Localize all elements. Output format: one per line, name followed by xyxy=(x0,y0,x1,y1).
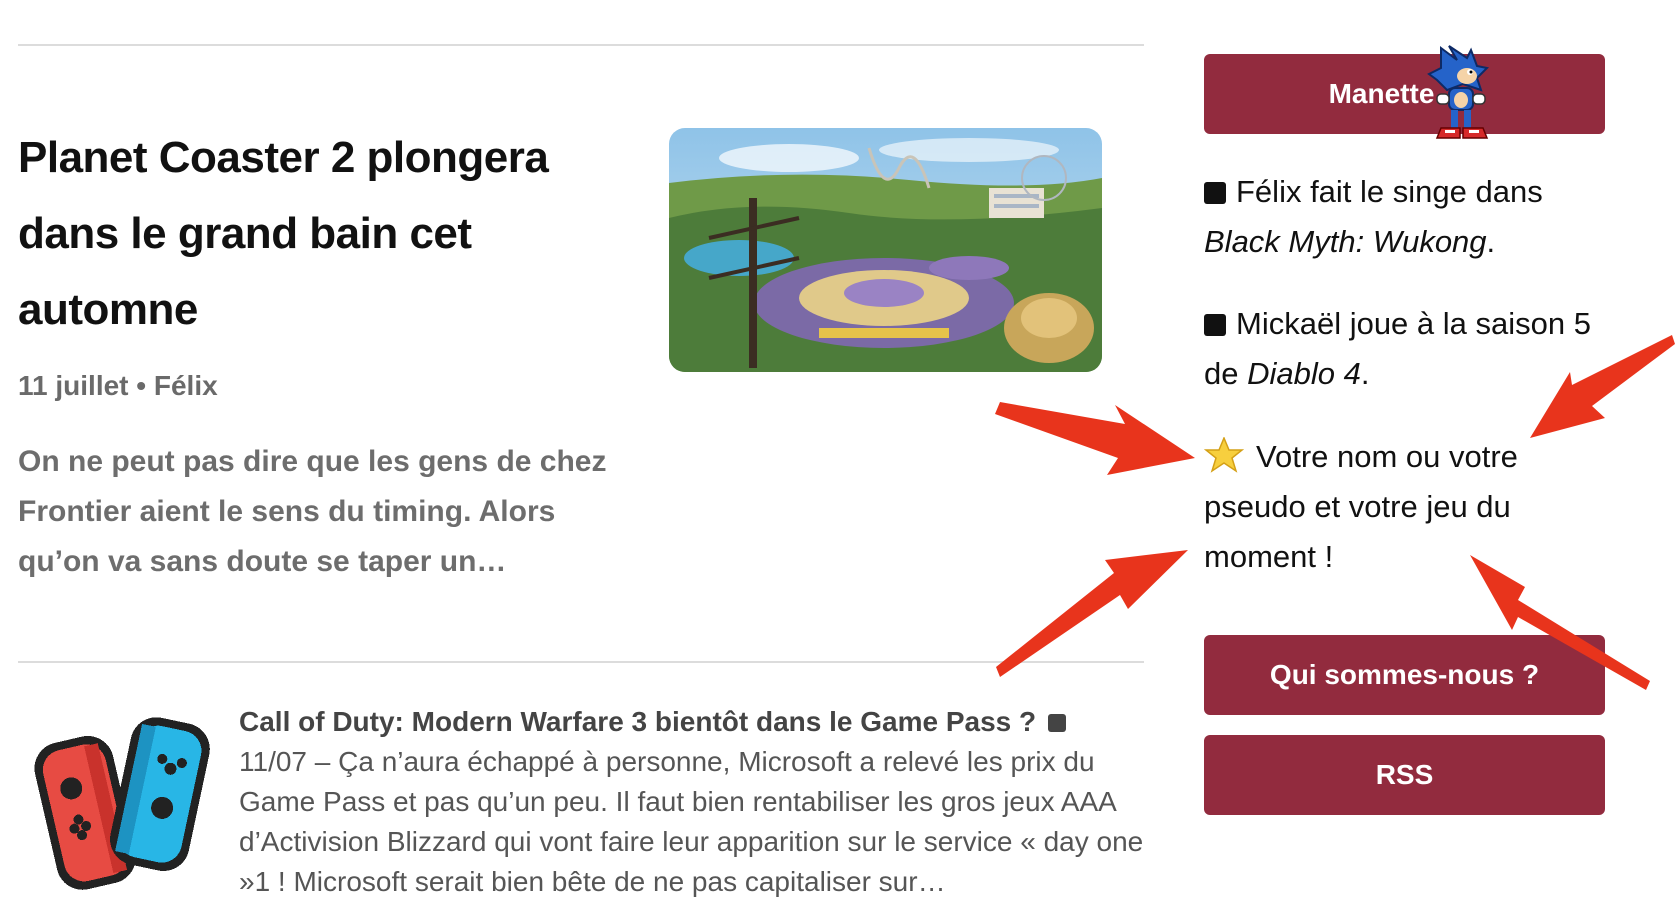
playing-item-felix-suffix: . xyxy=(1486,224,1496,259)
annotation-arrow xyxy=(996,550,1188,677)
square-bullet-icon xyxy=(1204,182,1226,204)
about-button-label: Qui sommes-nous ? xyxy=(1269,659,1540,690)
annotation-arrow xyxy=(995,402,1195,475)
manette-button[interactable]: Manette xyxy=(1204,45,1605,139)
playing-item-felix: Félix fait le singe dans Black Myth: Wuk… xyxy=(1204,167,1604,267)
joycon-icon xyxy=(24,708,214,898)
playing-item-mickael-game: Diablo 4 xyxy=(1247,356,1361,391)
playing-item-mickael: Mickaël joue à la saison 5 de Diablo 4. xyxy=(1204,299,1604,399)
playing-item-felix-text: Félix fait le singe dans xyxy=(1236,174,1543,209)
article-thumbnail[interactable] xyxy=(669,128,1102,372)
manette-button-label: Manette xyxy=(1328,78,1435,109)
playing-item-felix-game: Black Myth: Wukong xyxy=(1204,224,1487,259)
star-icon xyxy=(1204,437,1244,473)
playing-item-invite: Votre nom ou votre pseudo et votre jeu d… xyxy=(1204,432,1604,582)
sonic-sprite-icon xyxy=(1427,45,1490,139)
short-news-item[interactable]: Call of Duty: Modern Warfare 3 bientôt d… xyxy=(239,702,1149,902)
short-news-title[interactable]: Call of Duty: Modern Warfare 3 bientôt d… xyxy=(239,706,1036,737)
article-meta: 11 juillet • Félix xyxy=(18,370,218,401)
playing-item-mickael-suffix: . xyxy=(1360,356,1370,391)
article-excerpt: On ne peut pas dire que les gens de chez… xyxy=(18,445,607,578)
top-divider xyxy=(18,44,1144,46)
article-title[interactable]: Planet Coaster 2 plongera dans le grand … xyxy=(18,120,658,348)
playing-item-invite-text: Votre nom ou votre pseudo et votre jeu d… xyxy=(1204,439,1518,574)
short-news-body: 11/07 – Ça n’aura échappé à personne, Mi… xyxy=(239,746,1144,897)
section-divider xyxy=(18,661,1144,663)
rss-button[interactable]: RSS xyxy=(1204,735,1605,815)
about-button[interactable]: Qui sommes-nous ? xyxy=(1204,635,1605,715)
square-bullet-icon xyxy=(1204,314,1226,336)
square-icon xyxy=(1047,714,1066,732)
rss-button-label: RSS xyxy=(1375,759,1434,790)
